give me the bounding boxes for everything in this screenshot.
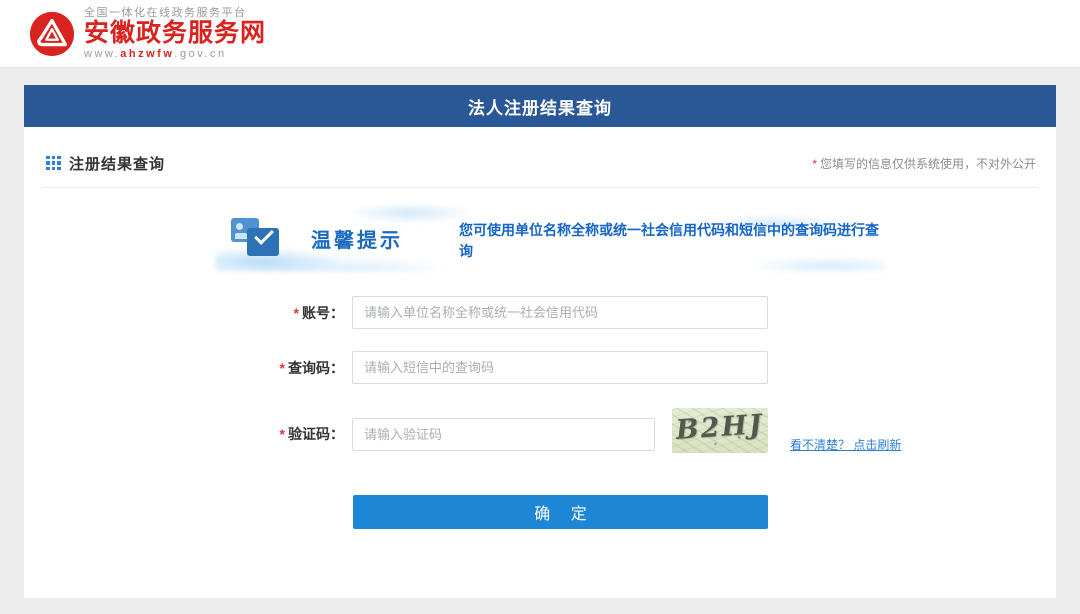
query-code-label: *查询码： — [24, 358, 352, 378]
captcha-text: B2HJ — [675, 409, 765, 446]
query-code-input[interactable] — [352, 351, 768, 384]
site-name: 安徽政务服务网 — [84, 21, 266, 46]
submit-button[interactable]: 确 定 — [353, 495, 768, 529]
section-title: 注册结果查询 — [69, 153, 165, 174]
site-header: 全国一体化在线政务服务平台 安徽政务服务网 www.ahzwfw.gov.cn — [0, 0, 1080, 68]
site-url-suffix: .gov.cn — [174, 48, 226, 60]
privacy-note: *您填写的信息仅供系统使用，不对外公开 — [812, 155, 1036, 172]
brand-logo-icon — [28, 10, 76, 58]
required-asterisk: * — [294, 305, 299, 321]
required-asterisk: * — [812, 157, 817, 171]
site-title-block: 全国一体化在线政务服务平台 安徽政务服务网 www.ahzwfw.gov.cn — [84, 8, 266, 60]
captcha-refresh-link[interactable]: 看不清楚？ 点击刷新 — [790, 436, 901, 453]
main-card: 法人注册结果查询 注册结果查询 *您填写的信息仅供系统使用，不对外公开 温馨提示… — [24, 85, 1056, 598]
tip-banner: 温馨提示 您可使用单位名称全称或统一社会信用代码和短信中的查询码进行查询 — [225, 212, 885, 270]
page-banner: 法人注册结果查询 — [24, 85, 1056, 127]
query-form: *账号： *查询码： *验证码： B2HJ 看不清楚？ 点击刷新 确 定 — [24, 296, 1056, 529]
site-url: www.ahzwfw.gov.cn — [84, 49, 266, 60]
section-header: 注册结果查询 *您填写的信息仅供系统使用，不对外公开 — [46, 151, 1036, 175]
captcha-row: *验证码： B2HJ 看不清楚？ 点击刷新 — [24, 415, 1056, 453]
account-row: *账号： — [24, 296, 1056, 329]
privacy-note-text: 您填写的信息仅供系统使用，不对外公开 — [820, 157, 1036, 171]
query-code-row: *查询码： — [24, 351, 1056, 384]
verification-badge-icon — [225, 212, 285, 262]
page-title: 法人注册结果查询 — [468, 94, 612, 119]
section-title-group: 注册结果查询 — [46, 153, 165, 174]
required-asterisk: * — [280, 426, 285, 442]
site-url-prefix: www. — [84, 48, 120, 60]
tip-message: 您可使用单位名称全称或统一社会信用代码和短信中的查询码进行查询 — [459, 220, 879, 262]
tip-heading: 温馨提示 — [311, 224, 403, 253]
grid-dots-icon — [46, 156, 61, 171]
account-label: *账号： — [24, 303, 352, 323]
required-asterisk: * — [280, 360, 285, 376]
captcha-label-text: 验证码： — [288, 426, 344, 442]
captcha-label: *验证码： — [24, 424, 352, 444]
captcha-image[interactable]: B2HJ — [672, 408, 768, 453]
site-logo: 全国一体化在线政务服务平台 安徽政务服务网 www.ahzwfw.gov.cn — [28, 8, 266, 60]
query-code-label-text: 查询码： — [288, 360, 344, 376]
platform-label: 全国一体化在线政务服务平台 — [84, 8, 266, 19]
account-label-text: 账号： — [302, 305, 344, 321]
site-url-highlight: ahzwfw — [120, 48, 174, 60]
section-divider — [42, 187, 1038, 188]
account-input[interactable] — [352, 296, 768, 329]
captcha-input[interactable] — [352, 418, 655, 451]
